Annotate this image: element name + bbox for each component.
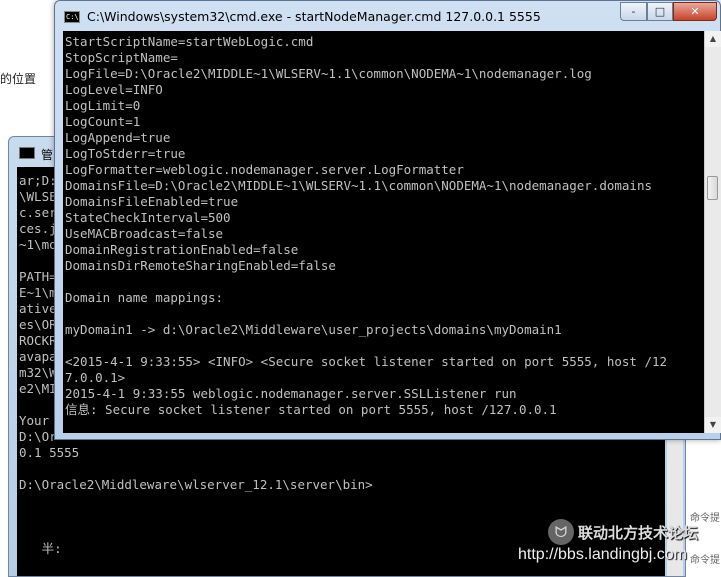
scroll-thumb[interactable] bbox=[707, 176, 718, 200]
console-line: LogAppend=true bbox=[65, 130, 171, 145]
front-console-output[interactable]: StartScriptName=startWebLogic.cmd StopScr… bbox=[63, 31, 704, 433]
console-line: DomainsDirRemoteSharingEnabled=false bbox=[65, 258, 336, 273]
console-line: 信息: Secure socket listener started on po… bbox=[65, 402, 557, 417]
console-line: myDomain1 -> d:\Oracle2\Middleware\user_… bbox=[65, 322, 562, 337]
console-line: UseMACBroadcast=false bbox=[65, 226, 224, 241]
console-line: LogFile=D:\Oracle2\MIDDLE~1\WLSERV~1.1\c… bbox=[65, 66, 592, 81]
console-line: D:\Oracle2\Middleware\wlserver_12.1\serv… bbox=[19, 477, 373, 492]
minimize-button[interactable]: - bbox=[620, 2, 647, 21]
console-line: 7.0.0.1> bbox=[65, 370, 126, 385]
background-text-right-2: 命令提 bbox=[690, 555, 720, 566]
console-line: DomainsFileEnabled=true bbox=[65, 194, 239, 209]
console-line: DomainsFile=D:\Oracle2\MIDDLE~1\WLSERV~1… bbox=[65, 178, 652, 193]
console-line: StateCheckInterval=500 bbox=[65, 210, 231, 225]
console-line: LogFormatter=weblogic.nodemanager.server… bbox=[65, 162, 464, 177]
back-window-title: 管 bbox=[41, 148, 54, 162]
front-console-window[interactable]: C:\ C:\Windows\system32\cmd.exe - startN… bbox=[54, 0, 721, 440]
maximize-button[interactable]: □ bbox=[647, 2, 673, 21]
console-line: LogLevel=INFO bbox=[65, 82, 163, 97]
console-line: LogLimit=0 bbox=[65, 98, 141, 113]
console-line: DomainRegistrationEnabled=false bbox=[65, 242, 299, 257]
console-line: 2015-4-1 9:33:55 weblogic.nodemanager.se… bbox=[65, 386, 517, 401]
watermark-name: 联动北方技术论坛 bbox=[578, 524, 699, 542]
console-line: <2015-4-1 9:33:55> <INFO> <Secure socket… bbox=[65, 354, 668, 369]
scroll-down-arrow-icon[interactable]: ▼ bbox=[705, 417, 721, 433]
console-line: StopScriptName= bbox=[65, 50, 178, 65]
watermark-url: http://bbs.landingbj.com bbox=[518, 546, 687, 563]
console-icon bbox=[19, 147, 35, 159]
console-line: Domain name mappings: bbox=[65, 290, 224, 305]
console-line: StartScriptName=startWebLogic.cmd bbox=[65, 34, 314, 49]
background-text-left: 的位置 bbox=[0, 72, 37, 86]
front-window-scrollbar[interactable]: ▲ ▼ bbox=[704, 31, 721, 433]
close-button[interactable]: ✕ bbox=[673, 2, 717, 21]
console-icon: C:\ bbox=[64, 11, 80, 23]
forum-logo-icon: ᗢ bbox=[548, 519, 574, 545]
front-window-title: C:\Windows\system32\cmd.exe - startNodeM… bbox=[87, 9, 541, 24]
console-line: LogToStderr=true bbox=[65, 146, 186, 161]
console-line: LogCount=1 bbox=[65, 114, 141, 129]
scroll-up-arrow-icon[interactable]: ▲ bbox=[705, 31, 721, 47]
console-line: 0.1 5555 bbox=[19, 445, 80, 460]
front-window-titlebar[interactable]: C:\ C:\Windows\system32\cmd.exe - startN… bbox=[55, 1, 720, 31]
